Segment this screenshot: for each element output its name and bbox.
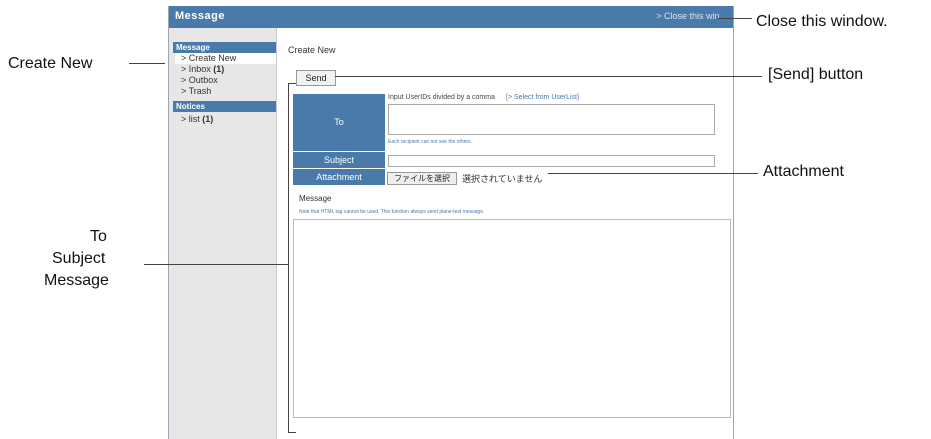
sidebar-item-create-new[interactable]: > Create New: [175, 53, 276, 64]
annotation-bracket-top: [288, 83, 296, 84]
annotation-to: To: [90, 228, 107, 245]
to-hint: Input UserIDs divided by a comma: [388, 94, 495, 101]
to-label: To: [293, 94, 385, 151]
sidebar-item-label: > list: [181, 114, 200, 124]
inbox-count: (1): [213, 64, 225, 74]
annotation-line-fields: [144, 264, 288, 265]
window-title: Message: [175, 10, 225, 22]
select-from-userlist-link[interactable]: [> Select from UserList]: [506, 94, 579, 101]
message-note: Note that HTML tag cannot be used. This …: [299, 209, 485, 215]
annotation-bracket-fields: [288, 83, 289, 433]
annotation-line-create-new: [129, 63, 165, 64]
message-label: Message: [299, 194, 332, 203]
subject-field[interactable]: [388, 155, 715, 167]
message-field[interactable]: [293, 219, 731, 418]
page-title: Create New: [288, 45, 336, 55]
sidebar-item-label: > Inbox: [181, 64, 211, 74]
attachment-label: Attachment: [293, 169, 385, 185]
sidebar-item-label: > Trash: [181, 86, 212, 96]
sidebar-item-label: > Outbox: [181, 75, 218, 85]
annotation-subject: Subject: [52, 250, 106, 267]
annotation-line-attachment: [548, 173, 758, 174]
annotation-send-button: [Send] button: [768, 66, 864, 83]
annotation-bracket-bottom: [288, 432, 296, 433]
sidebar-item-outbox[interactable]: > Outbox: [175, 75, 276, 86]
close-window-link[interactable]: > Close this win...: [656, 11, 727, 21]
to-field[interactable]: [388, 104, 715, 135]
sidebar-header-notices: Notices: [173, 101, 276, 112]
sidebar-item-inbox[interactable]: > Inbox (1): [175, 64, 276, 75]
sidebar-header-message: Message: [173, 42, 276, 53]
sidebar-item-label: > Create New: [181, 53, 237, 63]
subject-label: Subject: [293, 152, 385, 168]
file-status: 選択されていません: [462, 174, 543, 184]
title-bar: Message > Close this win...: [169, 6, 733, 28]
annotation-close-window: Close this window.: [756, 13, 888, 30]
to-note: Each recipient can not see the others.: [388, 139, 472, 145]
sidebar-item-trash[interactable]: > Trash: [175, 86, 276, 97]
list-count: (1): [202, 114, 214, 124]
annotation-line-send-button: [335, 76, 762, 77]
annotation-attachment: Attachment: [763, 163, 844, 180]
choose-file-button[interactable]: ファイルを選択: [387, 172, 457, 185]
annotation-line-close-window: [718, 18, 752, 19]
sidebar-item-list[interactable]: > list (1): [175, 114, 276, 125]
annotation-create-new: Create New: [8, 55, 93, 72]
message-window: Message > Close this win... Message > Cr…: [168, 6, 734, 439]
annotation-message: Message: [44, 272, 109, 289]
send-button[interactable]: Send: [296, 70, 336, 86]
sidebar: Message > Create New > Inbox (1) > Outbo…: [169, 28, 277, 439]
